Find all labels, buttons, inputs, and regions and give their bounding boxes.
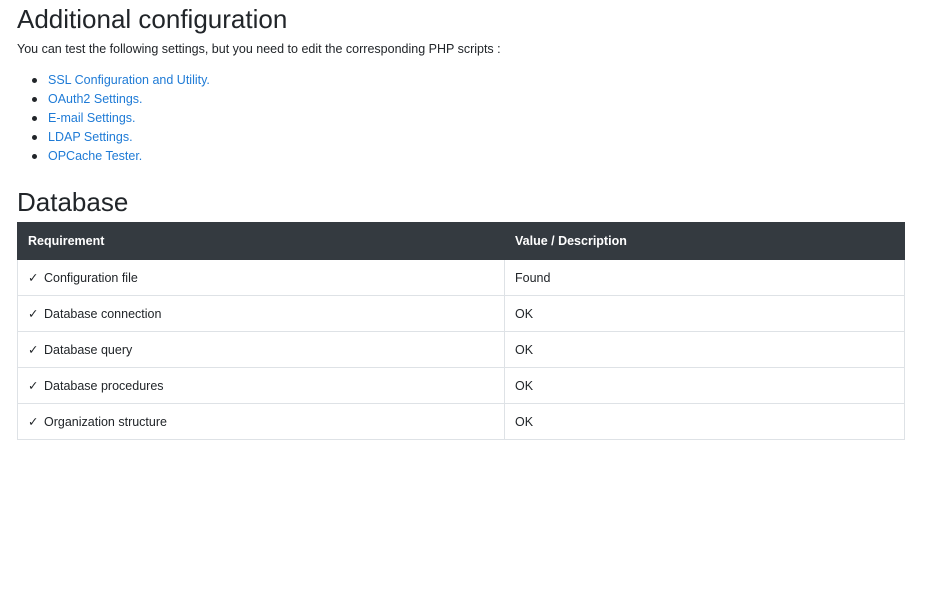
requirement-cell: ✓ Configuration file — [17, 259, 505, 296]
list-item: LDAP Settings. — [32, 128, 905, 147]
table-row: ✓ Organization structure OK — [17, 403, 905, 440]
table-row: ✓ Database query OK — [17, 331, 905, 368]
requirement-cell: ✓ Database procedures — [17, 367, 505, 404]
value-cell: OK — [504, 295, 905, 332]
value-cell: OK — [504, 403, 905, 440]
requirement-label: Configuration file — [44, 271, 138, 285]
value-column-header: Value / Description — [504, 222, 905, 260]
oauth2-settings-link[interactable]: OAuth2 Settings. — [48, 92, 143, 106]
table-row: ✓ Configuration file Found — [17, 259, 905, 296]
requirement-label: Database procedures — [44, 379, 164, 393]
list-item: SSL Configuration and Utility. — [32, 71, 905, 90]
opcache-tester-link[interactable]: OPCache Tester. — [48, 149, 142, 163]
list-item: E-mail Settings. — [32, 109, 905, 128]
page: Additional configuration You can test th… — [0, 4, 935, 440]
requirement-column-header: Requirement — [17, 222, 505, 260]
check-icon: ✓ — [28, 307, 39, 321]
table-row: ✓ Database procedures OK — [17, 367, 905, 404]
requirement-cell: ✓ Database query — [17, 331, 505, 368]
value-cell: OK — [504, 367, 905, 404]
check-icon: ✓ — [28, 343, 39, 357]
value-cell: Found — [504, 259, 905, 296]
check-icon: ✓ — [28, 379, 39, 393]
additional-configuration-title: Additional configuration — [17, 4, 288, 34]
ldap-settings-link[interactable]: LDAP Settings. — [48, 130, 133, 144]
requirement-cell: ✓ Organization structure — [17, 403, 505, 440]
check-icon: ✓ — [28, 271, 39, 285]
email-settings-link[interactable]: E-mail Settings. — [48, 111, 136, 125]
requirement-cell: ✓ Database connection — [17, 295, 505, 332]
table-row: ✓ Database connection OK — [17, 295, 905, 332]
database-title: Database — [17, 187, 129, 217]
value-cell: OK — [504, 331, 905, 368]
settings-links-list: SSL Configuration and Utility. OAuth2 Se… — [17, 71, 905, 166]
requirement-label: Organization structure — [44, 415, 167, 429]
database-table: Requirement Value / Description ✓ Configu… — [17, 222, 905, 440]
table-header-row: Requirement Value / Description — [17, 222, 905, 260]
ssl-configuration-link[interactable]: SSL Configuration and Utility. — [48, 73, 210, 87]
requirement-label: Database connection — [44, 307, 162, 321]
list-item: OAuth2 Settings. — [32, 90, 905, 109]
additional-configuration-intro: You can test the following settings, but… — [17, 42, 501, 56]
requirement-label: Database query — [44, 343, 133, 357]
list-item: OPCache Tester. — [32, 147, 905, 166]
check-icon: ✓ — [28, 415, 39, 429]
